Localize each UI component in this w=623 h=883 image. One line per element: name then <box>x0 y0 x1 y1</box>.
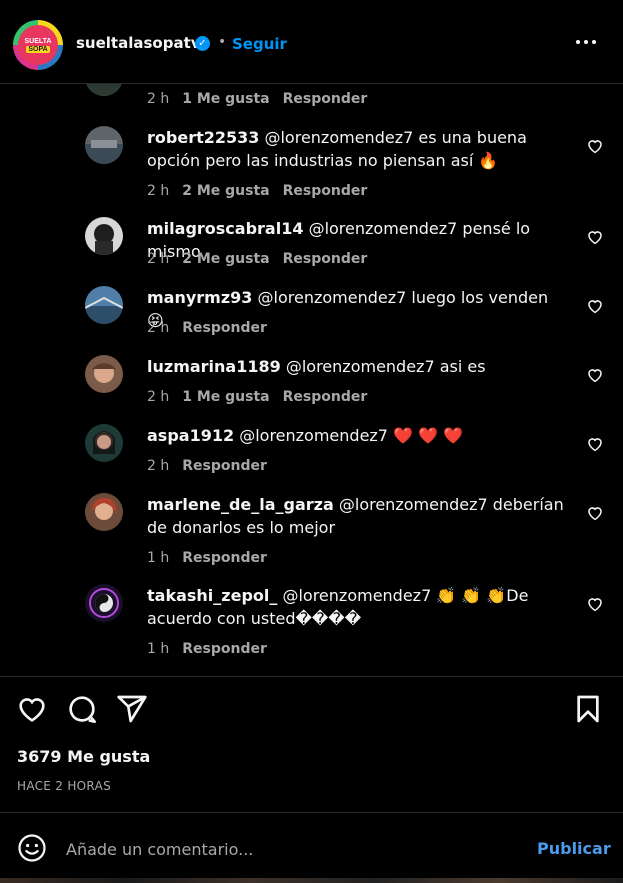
comment-like-heart-icon[interactable] <box>586 228 604 246</box>
comment-body: @lorenzomendez7 asi es <box>285 357 486 376</box>
comment-like-heart-icon[interactable] <box>586 137 604 155</box>
more-options-icon[interactable] <box>572 28 600 56</box>
comment-time: 1 h <box>147 550 170 566</box>
comment-like-heart-icon[interactable] <box>586 504 604 522</box>
comment-text: robert22533 @lorenzomendez7 es una buena… <box>147 126 567 172</box>
comment-time: 2 h <box>147 320 170 336</box>
comment-username[interactable]: luzmarina1189 <box>147 357 281 376</box>
comment-meta: 2 h Responder <box>147 320 280 336</box>
reply-button[interactable]: Responder <box>182 320 267 336</box>
comment-avatar[interactable] <box>85 286 123 324</box>
comment-username[interactable]: robert22533 <box>147 128 259 147</box>
logo-text-bottom: SOPA <box>26 45 50 53</box>
comment-icon[interactable] <box>66 693 98 725</box>
share-icon[interactable] <box>116 693 148 725</box>
background-strip <box>0 878 623 883</box>
comment-avatar[interactable] <box>85 493 123 531</box>
reply-button[interactable]: Responder <box>283 91 368 107</box>
comment-meta: 2 h 1 Me gusta Responder <box>147 389 380 405</box>
comment-input[interactable] <box>66 835 506 863</box>
heart-icon[interactable] <box>16 693 48 725</box>
comment-avatar[interactable] <box>85 217 123 255</box>
emoji-icon[interactable] <box>17 833 47 863</box>
logo-mark: SUELTA SOPA <box>18 25 58 65</box>
comment-likes-link[interactable]: 1 Me gusta <box>182 389 269 405</box>
comment-likes-link[interactable]: 1 Me gusta <box>182 91 269 107</box>
comment-username[interactable]: manyrmz93 <box>147 288 252 307</box>
post-header: SUELTA SOPA sueltalasopatv ✓ • Seguir <box>0 0 623 84</box>
comment-time: 2 h <box>147 458 170 474</box>
comment-time: 2 h <box>147 389 170 405</box>
comment-text: luzmarina1189 @lorenzomendez7 asi es <box>147 355 567 378</box>
comment-avatar[interactable] <box>85 126 123 164</box>
comment-text: aspa1912 @lorenzomendez7 ❤️ ❤️ ❤️ <box>147 424 567 447</box>
header-separator: • <box>218 34 227 50</box>
comment-avatar[interactable] <box>85 584 123 622</box>
comment-text: takashi_zepol_ @lorenzomendez7 👏 👏 👏De a… <box>147 584 567 630</box>
comment-meta: 2 h 1 Me gusta Responder <box>147 91 380 107</box>
comment-meta: 2 h 2 Me gusta Responder <box>147 183 380 199</box>
comment-composer: Publicar <box>0 812 623 883</box>
comment-like-heart-icon[interactable] <box>586 366 604 384</box>
comment-time: 2 h <box>147 183 170 199</box>
comment-avatar[interactable] <box>85 84 123 96</box>
comment-like-heart-icon[interactable] <box>586 297 604 315</box>
likes-count[interactable]: 3679 Me gusta <box>17 747 150 766</box>
verified-badge-icon: ✓ <box>195 36 210 51</box>
comment-meta: 1 h Responder <box>147 641 280 657</box>
logo-text-top: SUELTA <box>24 37 52 45</box>
comment-username[interactable]: aspa1912 <box>147 426 234 445</box>
reply-button[interactable]: Responder <box>182 641 267 657</box>
comment-time: 1 h <box>147 641 170 657</box>
comment-username[interactable]: milagroscabral14 <box>147 219 303 238</box>
account-username[interactable]: sueltalasopatv <box>76 34 201 52</box>
account-avatar[interactable]: SUELTA SOPA <box>13 20 63 70</box>
comments-list[interactable]: 2 h 1 Me gusta Responder robert22533 @lore… <box>0 84 623 676</box>
post-actions: 3679 Me gusta HACE 2 HORAS <box>0 676 623 812</box>
comment-username[interactable]: takashi_zepol_ <box>147 586 277 605</box>
comment-meta: 2 h Responder <box>147 458 280 474</box>
comment-likes-link[interactable]: 2 Me gusta <box>182 183 269 199</box>
follow-button[interactable]: Seguir <box>232 35 287 53</box>
reply-button[interactable]: Responder <box>283 183 368 199</box>
bookmark-icon[interactable] <box>572 693 604 725</box>
comment-time: 2 h <box>147 91 170 107</box>
reply-button[interactable]: Responder <box>283 389 368 405</box>
comment-text: marlene_de_la_garza @lorenzomendez7 debe… <box>147 493 567 539</box>
reply-button[interactable]: Responder <box>283 251 368 267</box>
post-timestamp: HACE 2 HORAS <box>17 779 111 793</box>
comment-body: @lorenzomendez7 ❤️ ❤️ ❤️ <box>239 426 464 445</box>
comment-username[interactable]: marlene_de_la_garza <box>147 495 334 514</box>
comment-meta: 2 h 2 Me gusta Responder <box>147 251 380 267</box>
comment-meta: 1 h Responder <box>147 550 280 566</box>
comment-time: 2 h <box>147 251 170 267</box>
reply-button[interactable]: Responder <box>182 458 267 474</box>
publish-button[interactable]: Publicar <box>537 839 611 858</box>
comment-avatar[interactable] <box>85 424 123 462</box>
comment-like-heart-icon[interactable] <box>586 435 604 453</box>
comment-like-heart-icon[interactable] <box>586 595 604 613</box>
comment-likes-link[interactable]: 2 Me gusta <box>182 251 269 267</box>
comment-avatar[interactable] <box>85 355 123 393</box>
reply-button[interactable]: Responder <box>182 550 267 566</box>
